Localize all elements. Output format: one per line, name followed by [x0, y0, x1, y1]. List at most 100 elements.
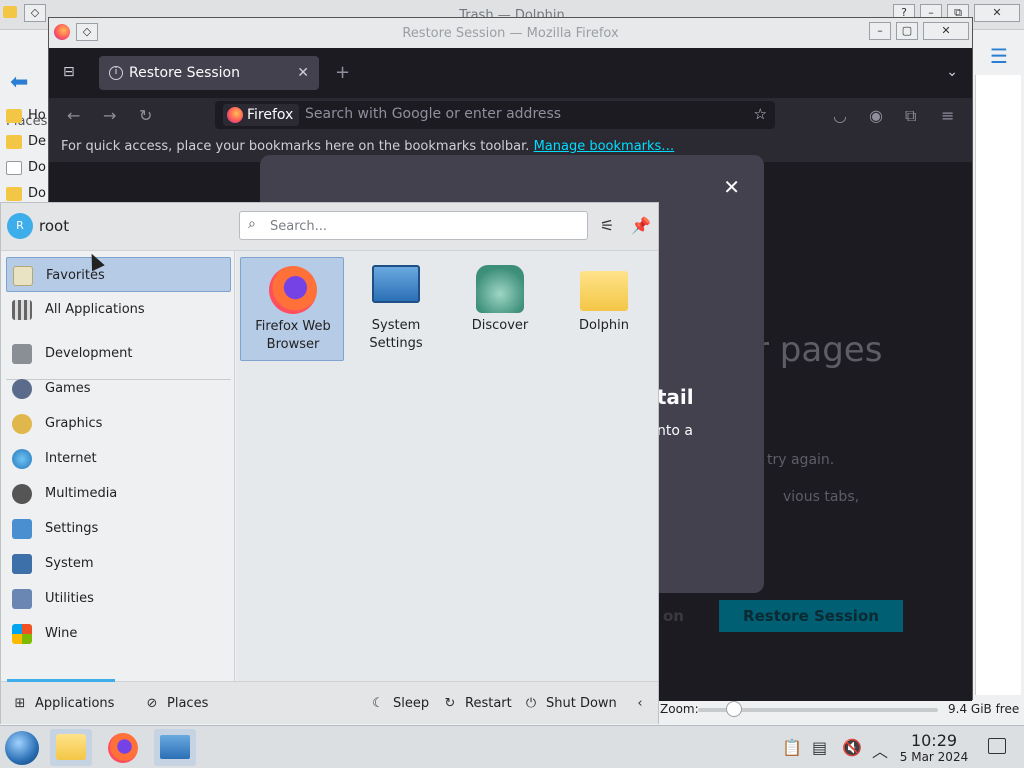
app-system-settings[interactable]: System Settings — [344, 257, 448, 361]
show-desktop-icon[interactable] — [988, 738, 1006, 754]
applications-tab[interactable]: ⊞ Applications — [11, 694, 115, 714]
category-system[interactable]: System — [6, 546, 231, 581]
volume-muted-icon[interactable]: 🔇 — [842, 738, 862, 757]
favorites-grid: Firefox Web Browser System Settings Disc… — [236, 251, 658, 681]
page-text-line: try again. — [767, 452, 835, 468]
extensions-icon[interactable]: ⧉ — [905, 106, 916, 126]
maximize-button[interactable]: ▢ — [896, 22, 918, 40]
dialog-close-icon[interactable]: ✕ — [723, 175, 740, 199]
launcher-header: R root ⌕ ⚟ 📌 — [1, 203, 658, 251]
chevron-down-icon[interactable]: ⌄ — [946, 64, 958, 80]
back-icon[interactable]: ← — [67, 106, 80, 125]
app-firefox[interactable]: Firefox Web Browser — [240, 257, 344, 361]
close-tab-icon[interactable]: ✕ — [297, 56, 309, 90]
document-icon — [6, 160, 22, 175]
games-icon — [12, 379, 32, 399]
category-favorites[interactable]: Favorites — [6, 257, 231, 292]
url-placeholder: Search with Google or enter address — [305, 106, 562, 122]
configure-icon[interactable]: ⚟ — [596, 215, 618, 237]
notes-tray-icon[interactable]: ▤ — [812, 738, 827, 757]
app-dolphin[interactable]: Dolphin — [552, 257, 656, 361]
graphics-icon — [12, 414, 32, 434]
multimedia-icon — [12, 484, 32, 504]
folder-icon — [6, 108, 22, 123]
development-icon — [12, 344, 32, 364]
category-multimedia[interactable]: Multimedia — [6, 476, 231, 511]
launcher-footer: ⊞ Applications ⊘ Places ☾ Sleep ↻ Restart ⏻ S… — [1, 679, 658, 724]
clock-time: 10:29 — [910, 731, 958, 750]
chevron-up-icon[interactable]: ︿ — [872, 738, 888, 762]
pin-icon[interactable]: 📌 — [630, 215, 652, 237]
task-system-settings[interactable] — [154, 729, 196, 766]
manage-bookmarks-link[interactable]: Manage bookmarks… — [534, 139, 675, 154]
places-item-home[interactable]: Ho — [6, 108, 50, 128]
page-heading: r pages — [755, 330, 883, 370]
tab-restore-session[interactable]: i Restore Session ✕ — [99, 56, 319, 90]
forward-icon[interactable]: → — [103, 106, 116, 125]
dolphin-folder-icon — [580, 271, 628, 311]
zoom-slider-handle[interactable] — [726, 701, 742, 717]
navigation-toolbar: ← → ↻ Firefox Search with Google or ente… — [49, 98, 972, 132]
clock-date: 5 Mar 2024 — [899, 750, 969, 764]
user-name: root — [39, 217, 70, 235]
close-button[interactable]: ✕ — [974, 4, 1020, 22]
clipboard-tray-icon[interactable]: 📋 — [782, 738, 802, 757]
system-icon — [12, 554, 32, 574]
url-bar[interactable]: Firefox Search with Google or enter addr… — [215, 101, 775, 129]
sleep-button[interactable]: ☾ Sleep — [369, 694, 429, 714]
places-tab[interactable]: ⊘ Places — [143, 694, 209, 714]
app-discover[interactable]: Discover — [448, 257, 552, 361]
power-icon: ⏻ — [525, 696, 537, 711]
internet-icon — [12, 449, 32, 469]
application-launcher-button[interactable] — [5, 731, 39, 765]
zoom-label: Zoom: — [660, 702, 699, 716]
restart-button[interactable]: ↻ Restart — [441, 694, 512, 714]
folder-icon — [6, 134, 22, 149]
reload-icon[interactable]: ↻ — [139, 106, 152, 125]
category-games[interactable]: Games — [6, 371, 231, 406]
search-field[interactable]: ⌕ — [239, 211, 588, 240]
restart-icon: ↻ — [444, 696, 456, 711]
bookmark-star-icon[interactable]: ☆ — [754, 105, 767, 123]
close-session-button-partial[interactable]: on — [663, 607, 684, 625]
digital-clock[interactable]: 10:29 5 Mar 2024 — [896, 731, 972, 765]
favorites-icon — [13, 266, 33, 286]
dolphin-view-area — [975, 75, 1021, 695]
category-internet[interactable]: Internet — [6, 441, 231, 476]
restore-session-button[interactable]: Restore Session — [719, 600, 903, 632]
category-utilities[interactable]: Utilities — [6, 581, 231, 616]
firefox-titlebar: ◇ Restore Session — Mozilla Firefox – ▢ … — [49, 18, 972, 48]
leave-menu-button[interactable]: ‹ — [631, 694, 655, 714]
search-input[interactable] — [268, 215, 578, 237]
system-settings-icon — [372, 265, 420, 303]
category-wine[interactable]: Wine — [6, 616, 231, 651]
category-development[interactable]: Development — [6, 336, 231, 371]
category-all-applications[interactable]: All Applications — [6, 292, 231, 327]
tab-label: Restore Session — [129, 65, 240, 81]
category-sidebar: Favorites All Applications Development G… — [1, 251, 235, 681]
search-engine-indicator[interactable]: Firefox — [223, 104, 300, 126]
category-settings[interactable]: Settings — [6, 511, 231, 546]
shutdown-button[interactable]: ⏻ Shut Down — [522, 694, 617, 714]
category-graphics[interactable]: Graphics — [6, 406, 231, 441]
system-settings-icon — [160, 735, 190, 759]
hamburger-menu-icon[interactable]: ☰ — [990, 44, 1008, 68]
task-dolphin[interactable] — [50, 729, 92, 766]
info-icon: i — [109, 66, 123, 80]
utilities-icon — [12, 589, 32, 609]
close-button[interactable]: ✕ — [923, 22, 969, 40]
new-tab-icon[interactable]: + — [335, 62, 350, 83]
account-icon[interactable]: ◉ — [869, 106, 883, 125]
places-item-desktop[interactable]: De — [6, 134, 50, 154]
firefox-icon — [108, 733, 138, 763]
task-firefox[interactable] — [102, 729, 144, 766]
places-item-documents[interactable]: Do — [6, 160, 50, 180]
firefox-view-icon[interactable]: ⊟ — [63, 64, 75, 80]
minimize-button[interactable]: – — [869, 22, 891, 40]
search-icon: ⌕ — [248, 216, 256, 232]
back-arrow-icon[interactable]: ⬅ — [10, 70, 28, 95]
avatar[interactable]: R — [7, 213, 33, 239]
all-apps-icon — [12, 300, 32, 320]
pocket-icon[interactable]: ◡ — [833, 106, 847, 125]
menu-icon[interactable]: ≡ — [941, 106, 954, 125]
